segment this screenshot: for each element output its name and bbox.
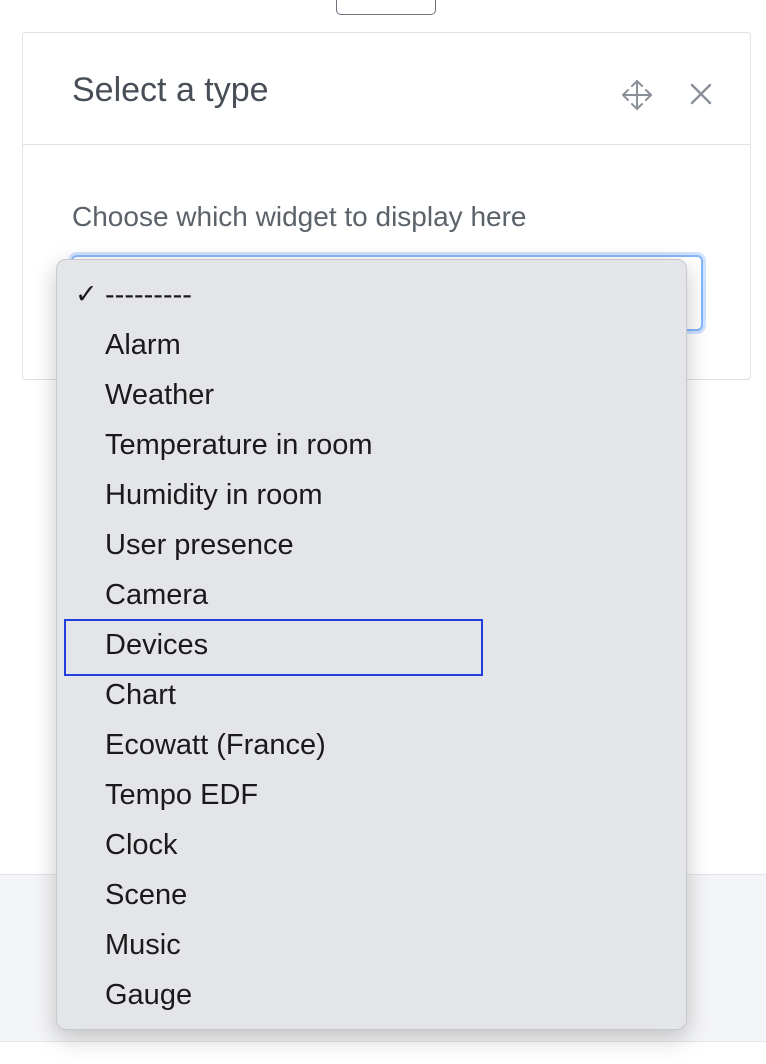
modal-title: Select a type bbox=[72, 71, 269, 109]
dropdown-option-label: Music bbox=[105, 929, 181, 961]
dropdown-option[interactable]: Humidity in room bbox=[57, 471, 686, 521]
dropdown-option-label: User presence bbox=[105, 529, 294, 561]
dropdown-option-label: Gauge bbox=[105, 979, 193, 1011]
dropdown-option-label: Weather bbox=[105, 379, 215, 411]
dropdown-option[interactable]: Chart bbox=[57, 671, 686, 721]
dropdown-option[interactable]: Alarm bbox=[57, 321, 686, 371]
dropdown-option[interactable]: Clock bbox=[57, 821, 686, 871]
dropdown-option-label: Chart bbox=[105, 679, 176, 711]
widget-type-dropdown: ✓ --------- Alarm Weather Temperature in roo… bbox=[56, 259, 687, 1030]
dropdown-option-label: Temperature in room bbox=[105, 429, 373, 461]
modal-header: Select a type bbox=[23, 33, 750, 145]
dropdown-option[interactable]: User presence bbox=[57, 521, 686, 571]
dropdown-option-label: Devices bbox=[105, 629, 209, 661]
dropdown-option-label: Clock bbox=[105, 829, 178, 861]
dropdown-option[interactable]: Camera bbox=[57, 571, 686, 621]
dropdown-option-label: --------- bbox=[105, 279, 192, 311]
top-toolbar-button[interactable] bbox=[336, 0, 436, 15]
dropdown-option[interactable]: Gauge bbox=[57, 971, 686, 1021]
dropdown-option-label: Humidity in room bbox=[105, 479, 323, 511]
page: Select a type Choose which widget to dis… bbox=[0, 0, 766, 1064]
dropdown-option[interactable]: Weather bbox=[57, 371, 686, 421]
dropdown-option[interactable]: Devices bbox=[57, 621, 686, 671]
widget-type-label: Choose which widget to display here bbox=[72, 201, 527, 232]
footer-divider bbox=[0, 1041, 766, 1042]
move-arrows-icon[interactable] bbox=[620, 78, 654, 112]
dropdown-option-label: Tempo EDF bbox=[105, 779, 259, 811]
dropdown-option[interactable]: Temperature in room bbox=[57, 421, 686, 471]
close-icon[interactable] bbox=[687, 80, 715, 108]
dropdown-option[interactable]: Scene bbox=[57, 871, 686, 921]
dropdown-option[interactable]: Tempo EDF bbox=[57, 771, 686, 821]
dropdown-option-label: Scene bbox=[105, 879, 188, 911]
dropdown-option[interactable]: Ecowatt (France) bbox=[57, 721, 686, 771]
dropdown-option[interactable]: ✓ --------- bbox=[57, 271, 686, 321]
dropdown-option[interactable]: Music bbox=[57, 921, 686, 971]
dropdown-option-label: Alarm bbox=[105, 329, 181, 361]
checkmark-icon: ✓ bbox=[75, 279, 98, 309]
dropdown-option-label: Ecowatt (France) bbox=[105, 729, 326, 761]
dropdown-option-label: Camera bbox=[105, 579, 209, 611]
